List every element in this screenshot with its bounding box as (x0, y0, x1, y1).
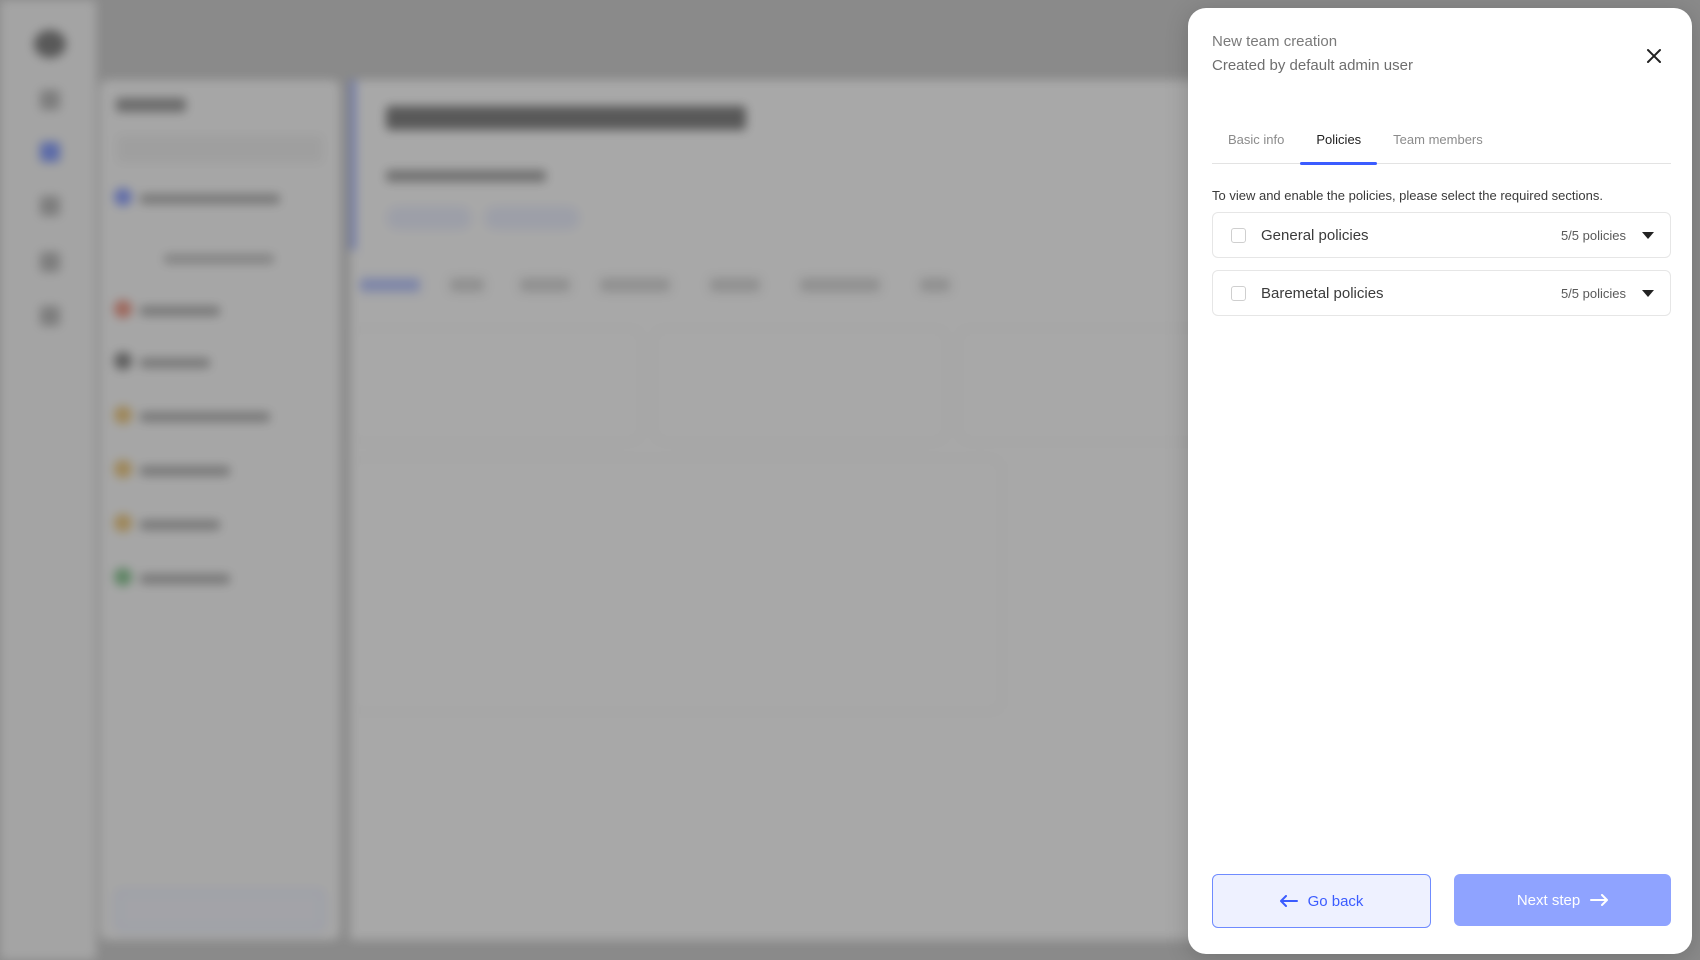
policy-list: General policies 5/5 policies Baremetal … (1212, 212, 1671, 328)
panel-header: New team creation Created by default adm… (1212, 32, 1668, 92)
policy-section-baremetal[interactable]: Baremetal policies 5/5 policies (1212, 270, 1671, 316)
policy-count: 5/5 policies (1560, 285, 1626, 301)
policy-section-name: Baremetal policies (1261, 284, 1384, 302)
close-icon (1647, 49, 1661, 63)
arrow-left-icon (1279, 895, 1298, 907)
policy-count: 5/5 policies (1560, 227, 1626, 243)
tab-team-members[interactable]: Team members (1377, 116, 1499, 164)
tab-basic-info[interactable]: Basic info (1212, 116, 1300, 164)
policy-section-name: General policies (1261, 226, 1369, 244)
policy-section-general[interactable]: General policies 5/5 policies (1212, 212, 1671, 258)
panel-footer: Go back Next step (1212, 874, 1671, 928)
arrow-right-icon (1590, 894, 1609, 906)
panel-tabs: Basic info Policies Team members (1212, 116, 1671, 165)
policies-instructions: To view and enable the policies, please … (1212, 188, 1603, 203)
panel-title: New team creation (1212, 33, 1338, 50)
go-back-label: Go back (1307, 892, 1364, 910)
close-button[interactable] (1640, 42, 1668, 70)
new-team-panel: New team creation Created by default adm… (1188, 8, 1692, 954)
caret-down-icon[interactable] (1642, 289, 1654, 297)
policy-checkbox[interactable] (1231, 285, 1246, 301)
next-step-label: Next step (1516, 891, 1581, 909)
tab-policies[interactable]: Policies (1300, 116, 1377, 165)
panel-subtitle: Created by default admin user (1212, 57, 1413, 74)
caret-down-icon[interactable] (1642, 231, 1654, 239)
go-back-button[interactable]: Go back (1212, 874, 1431, 928)
next-step-button[interactable]: Next step (1454, 874, 1671, 926)
policy-checkbox[interactable] (1231, 227, 1246, 243)
